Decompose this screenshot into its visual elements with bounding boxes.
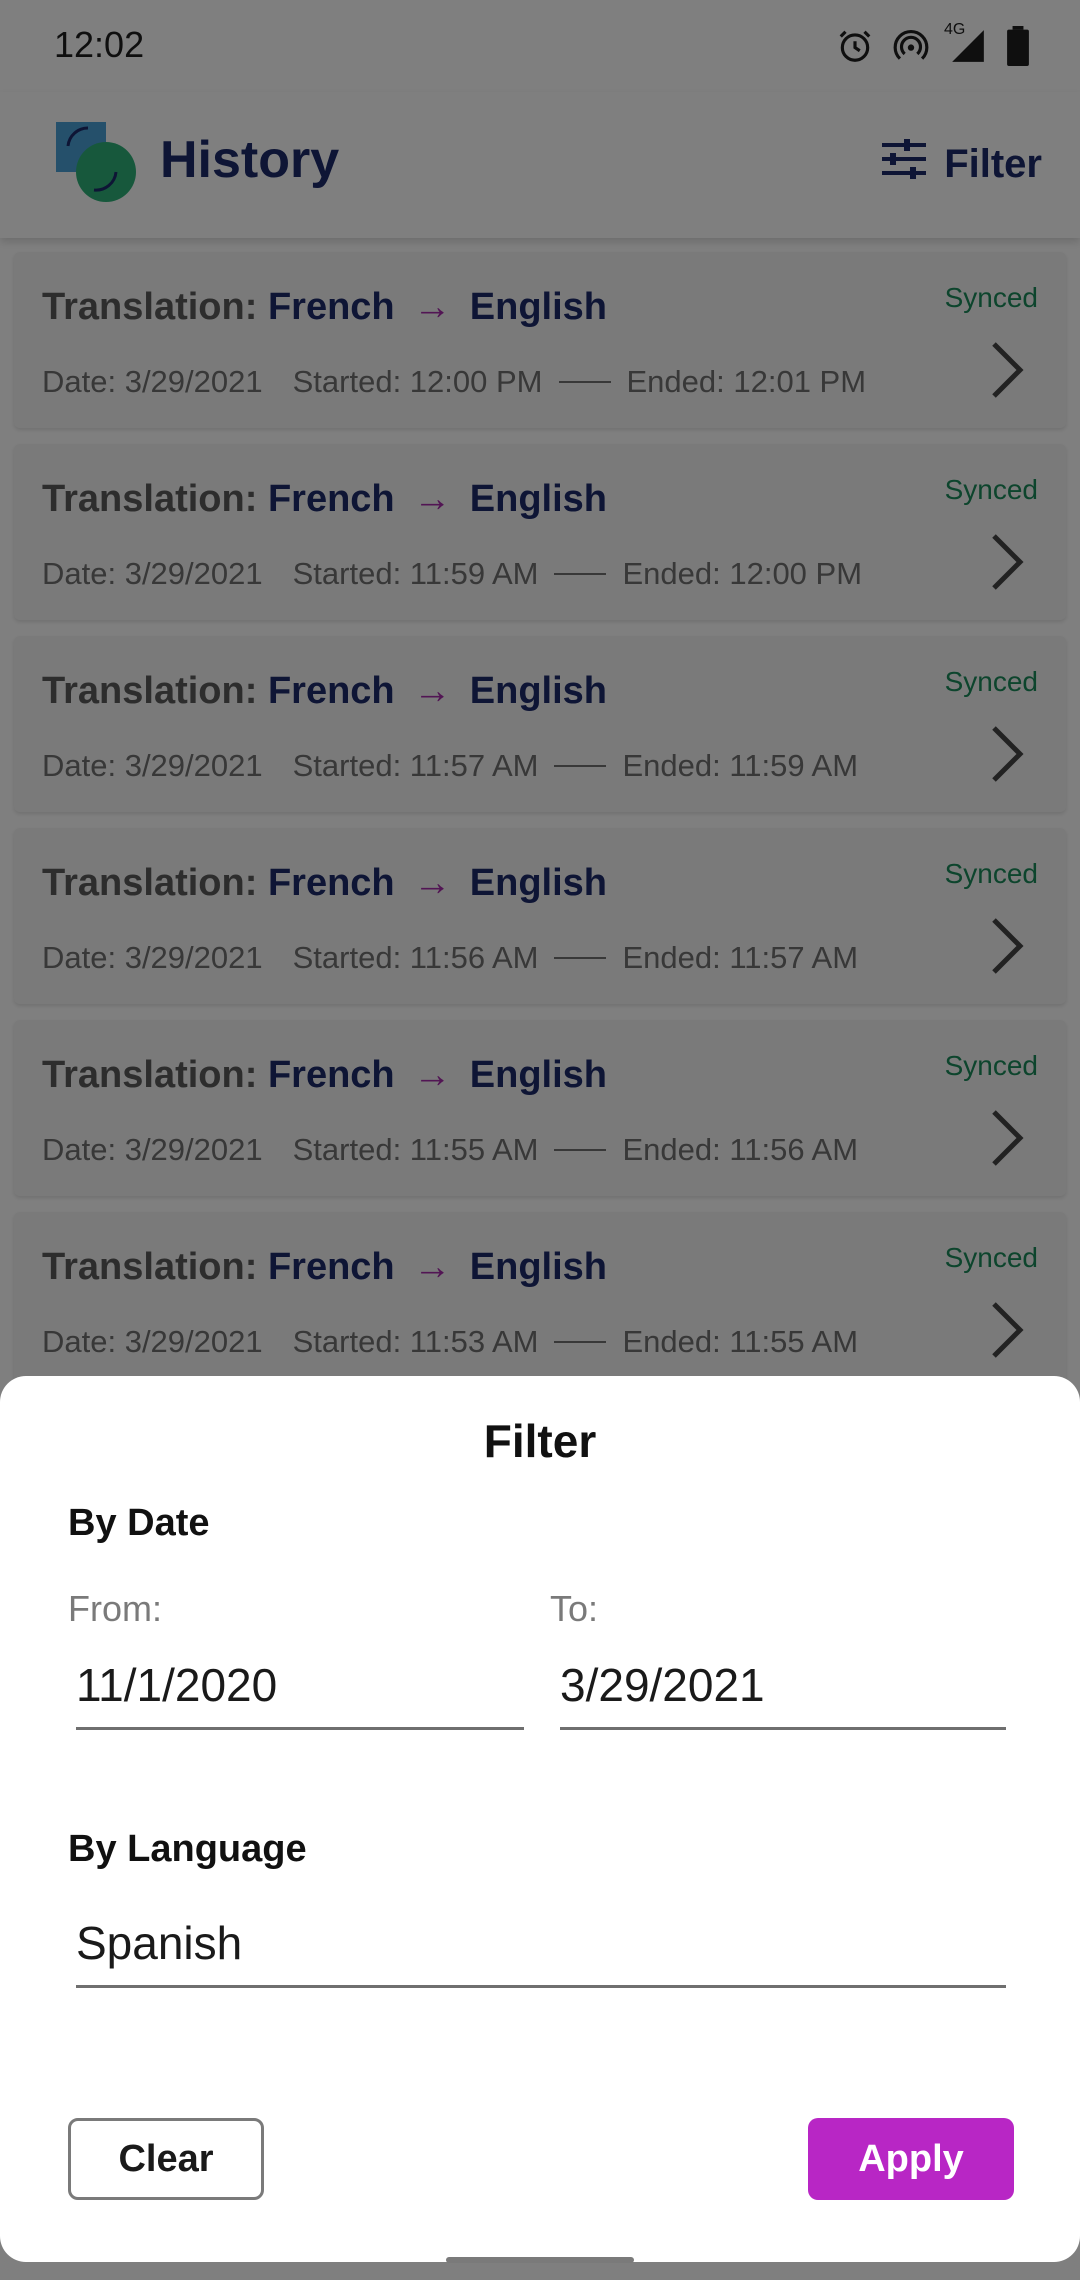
- gesture-handle[interactable]: [446, 2257, 634, 2263]
- clear-button[interactable]: Clear: [68, 2118, 264, 2200]
- sheet-title: Filter: [483, 1415, 597, 1467]
- to-date-field[interactable]: 3/29/2021: [560, 1648, 1006, 1730]
- filter-sheet: Filter By Date From: To: 11/1/2020 3/29/…: [0, 1376, 1080, 2262]
- by-language-label: By Language: [68, 1828, 307, 1870]
- from-label: From:: [68, 1588, 162, 1629]
- language-field[interactable]: Spanish: [76, 1906, 1006, 1988]
- by-date-label: By Date: [68, 1502, 210, 1544]
- apply-button[interactable]: Apply: [808, 2118, 1014, 2200]
- from-date-field[interactable]: 11/1/2020: [76, 1648, 524, 1730]
- to-label: To:: [550, 1588, 599, 1629]
